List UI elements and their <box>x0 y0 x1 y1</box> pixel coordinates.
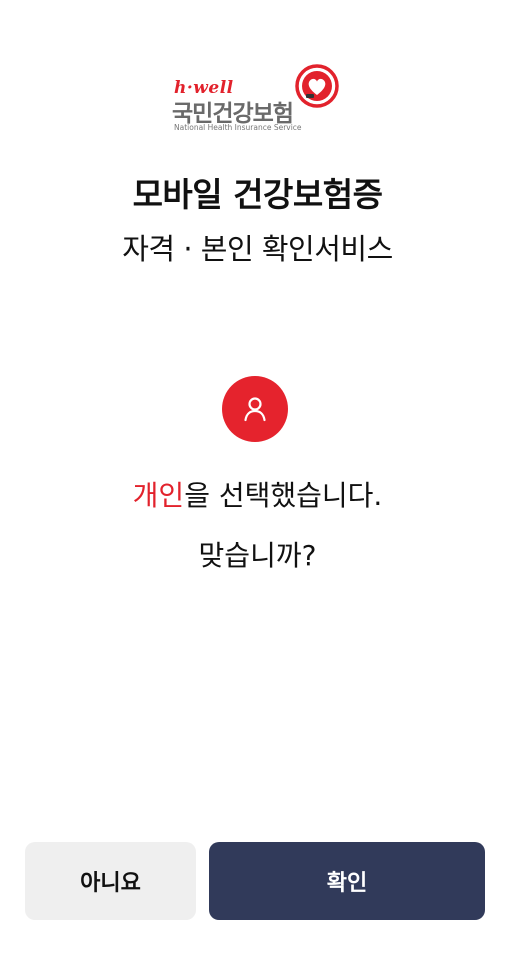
logo-org-name-en: National Health Insurance Service <box>174 123 302 132</box>
page-subtitle: 자격 · 본인 확인서비스 <box>122 232 393 266</box>
no-button[interactable]: 아니요 <box>25 842 196 920</box>
confirm-button[interactable]: 확인 <box>209 842 485 920</box>
selection-message-rest: 을 선택했습니다. <box>184 479 383 512</box>
selected-type-highlight: 개인 <box>132 479 185 512</box>
heart-badge-icon <box>295 64 339 108</box>
person-circle-badge <box>222 376 288 442</box>
person-icon <box>244 397 266 422</box>
nhis-logo: h·well 국민건강보험 National Health Insurance … <box>170 64 350 136</box>
page-title: 모바일 건강보험증 <box>132 175 383 214</box>
confirm-question: 맞습니까? <box>198 539 317 572</box>
selection-message: 개인을 선택했습니다. <box>0 474 515 514</box>
